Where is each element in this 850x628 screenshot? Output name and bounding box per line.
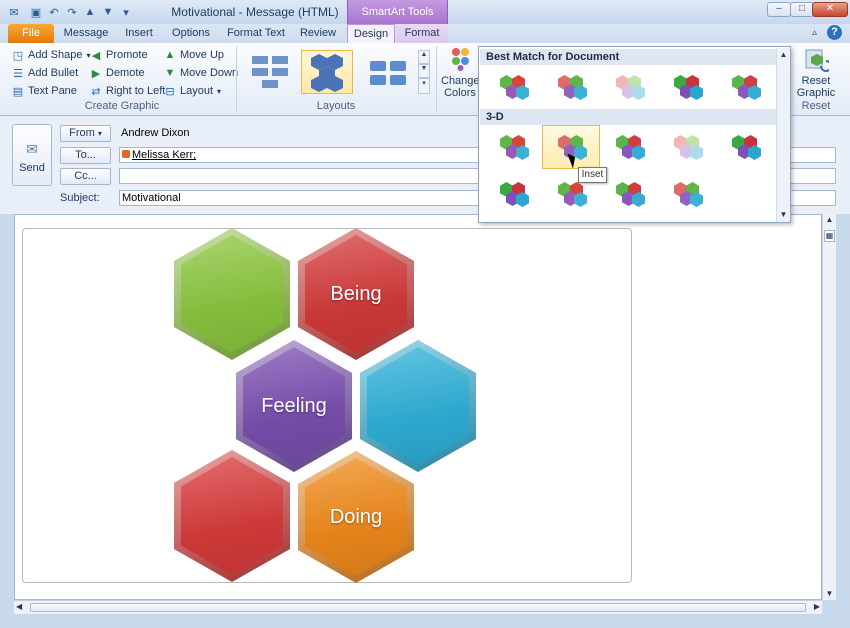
ribbon-collapse-icon[interactable]: ▵ bbox=[812, 27, 817, 38]
smartart-style-option[interactable] bbox=[484, 65, 542, 109]
text-pane-icon: ▤ bbox=[12, 85, 24, 98]
save-icon[interactable]: ▣ bbox=[28, 4, 44, 20]
add-shape-button[interactable]: ◳ Add Shape ▾ bbox=[12, 46, 91, 64]
contact-presence-icon bbox=[122, 150, 130, 158]
send-button[interactable]: ✉ Send bbox=[12, 124, 52, 186]
add-shape-icon: ◳ bbox=[12, 49, 24, 62]
scroll-down-arrow[interactable]: ▼ bbox=[823, 588, 836, 600]
smartart-style-option[interactable] bbox=[484, 172, 542, 216]
reset-graphic-button[interactable]: Reset Graphic bbox=[796, 46, 836, 100]
promote-arrow-icon: ◀ bbox=[91, 49, 101, 62]
swap-icon: ⇄ bbox=[91, 85, 101, 98]
smartart-style-option[interactable] bbox=[542, 65, 600, 109]
hexagon-shape[interactable] bbox=[174, 228, 290, 360]
layouts-group-label: Layouts bbox=[316, 100, 356, 112]
create-graphic-group-label: Create Graphic bbox=[84, 100, 160, 112]
outlook-app-icon[interactable]: ✉ bbox=[6, 4, 22, 20]
text-pane-button[interactable]: ▤ Text Pane bbox=[12, 82, 77, 100]
tab-file[interactable]: File bbox=[8, 24, 54, 43]
style-tooltip: Inset bbox=[578, 167, 607, 183]
vertical-scrollbar[interactable]: ▲ ▦ ▼ bbox=[822, 214, 836, 600]
close-button[interactable]: ✕ bbox=[812, 2, 848, 17]
hexagon-shape[interactable] bbox=[174, 450, 290, 582]
color-palette-icon bbox=[452, 48, 469, 71]
horizontal-scroll-thumb[interactable] bbox=[30, 603, 806, 612]
ruler-toggle-icon[interactable]: ▦ bbox=[824, 230, 835, 242]
change-colors-button[interactable]: Change Colors bbox=[441, 46, 480, 100]
bullet-list-icon: ☰ bbox=[13, 67, 23, 80]
group-separator bbox=[236, 46, 237, 112]
hexagon-layout-icon bbox=[311, 54, 343, 92]
smartart-style-option[interactable] bbox=[658, 125, 716, 169]
scroll-up-arrow[interactable]: ▲ bbox=[823, 214, 836, 226]
layout-list-icon bbox=[252, 56, 288, 88]
smartart-styles-gallery[interactable]: Best Match for Document 3-D ▲ ▼ bbox=[478, 46, 791, 223]
smartart-style-option[interactable] bbox=[658, 65, 716, 109]
window-frame bbox=[0, 614, 850, 628]
right-to-left-button[interactable]: ⇄ Right to Left bbox=[90, 82, 165, 100]
help-icon[interactable]: ? bbox=[827, 25, 842, 40]
send-envelope-icon: ✉ bbox=[26, 141, 38, 157]
hexagon-shape[interactable] bbox=[360, 340, 476, 472]
scroll-right-arrow[interactable]: ▶ bbox=[814, 601, 820, 613]
hexagon-shape[interactable]: Doing bbox=[298, 451, 414, 583]
tab-format[interactable]: Format bbox=[396, 24, 448, 43]
minimize-button[interactable]: – bbox=[767, 2, 791, 17]
layout-blocks-icon bbox=[370, 61, 406, 85]
3d-section-header: 3-D bbox=[480, 109, 776, 125]
layout-button[interactable]: ⊟ Layout ▾ bbox=[164, 82, 221, 100]
promote-button[interactable]: ◀ Promote bbox=[90, 46, 148, 64]
smartart-canvas[interactable]: Being Feeling Doing bbox=[22, 228, 632, 583]
from-value: Andrew Dixon bbox=[121, 127, 190, 139]
hexagon-shape[interactable]: Feeling bbox=[236, 340, 352, 472]
move-up-button[interactable]: ▲ Move Up bbox=[164, 46, 224, 64]
tab-message[interactable]: Message bbox=[60, 24, 112, 43]
demote-arrow-icon: ▶ bbox=[91, 67, 101, 80]
smartart-style-option[interactable] bbox=[658, 172, 716, 216]
group-separator bbox=[436, 46, 437, 112]
layout-icon: ⊟ bbox=[165, 85, 175, 98]
scroll-left-arrow[interactable]: ◀ bbox=[16, 601, 22, 613]
tab-format-text[interactable]: Format Text bbox=[222, 24, 290, 43]
layout-option-1[interactable] bbox=[244, 50, 296, 94]
best-match-section-header: Best Match for Document bbox=[480, 49, 776, 65]
smartart-style-option[interactable] bbox=[716, 65, 774, 109]
hexagon-shape[interactable]: Being bbox=[298, 228, 414, 360]
tab-review[interactable]: Review bbox=[296, 24, 340, 43]
smartart-style-option[interactable] bbox=[600, 125, 658, 169]
horizontal-scrollbar[interactable]: ◀ ▶ bbox=[14, 600, 822, 614]
smartart-tools-label: SmartArt Tools bbox=[347, 0, 448, 24]
layout-option-hexagon[interactable] bbox=[301, 50, 353, 94]
reset-group-label: Reset bbox=[801, 100, 831, 112]
gallery-scroll-down[interactable]: ▼ bbox=[777, 209, 790, 221]
from-button[interactable]: From ▾ bbox=[60, 125, 111, 142]
reset-graphic-icon bbox=[805, 49, 832, 72]
move-up-icon: ▲ bbox=[164, 49, 176, 61]
layouts-scroll-down[interactable]: ▼ bbox=[418, 64, 430, 78]
move-down-icon: ▼ bbox=[164, 67, 176, 79]
layouts-more-button[interactable]: ▾ bbox=[418, 78, 430, 94]
to-button[interactable]: To... bbox=[60, 147, 111, 164]
smartart-style-option[interactable] bbox=[600, 172, 658, 216]
gallery-scroll-up[interactable]: ▲ bbox=[777, 49, 790, 61]
cc-button[interactable]: Cc... bbox=[60, 168, 111, 185]
smartart-style-option[interactable] bbox=[716, 125, 774, 169]
gallery-scrollbar[interactable]: ▲ ▼ bbox=[776, 48, 790, 222]
layout-option-3[interactable] bbox=[362, 50, 414, 94]
undo-icon[interactable]: ↶ bbox=[46, 4, 62, 20]
demote-button[interactable]: ▶ Demote bbox=[90, 64, 145, 82]
layouts-scroll-up[interactable]: ▲ bbox=[418, 50, 430, 64]
maximize-button[interactable]: □ bbox=[790, 2, 814, 17]
tab-options[interactable]: Options bbox=[167, 24, 215, 43]
subject-label: Subject: bbox=[60, 192, 100, 204]
up-arrow-icon[interactable]: ▲ bbox=[82, 4, 98, 20]
tab-design[interactable]: Design bbox=[347, 24, 395, 43]
move-down-button[interactable]: ▼ Move Down bbox=[164, 64, 239, 82]
smartart-style-option[interactable] bbox=[484, 125, 542, 169]
smartart-style-option[interactable] bbox=[600, 65, 658, 109]
redo-icon[interactable]: ↷ bbox=[64, 4, 80, 20]
tab-insert[interactable]: Insert bbox=[118, 24, 160, 43]
add-bullet-button[interactable]: ☰ Add Bullet bbox=[12, 64, 78, 82]
